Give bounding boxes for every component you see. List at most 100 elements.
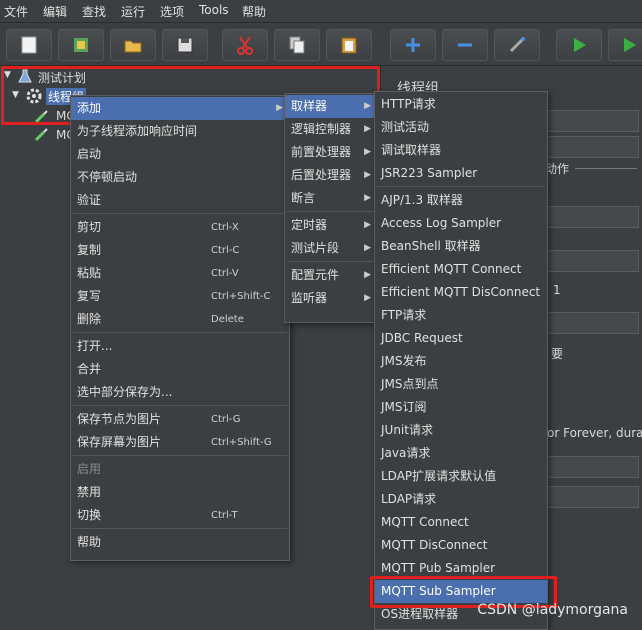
context-menu-item-label: 不停顿启动	[77, 170, 138, 184]
context-menu-item[interactable]: 启动	[71, 143, 289, 166]
new-button[interactable]	[6, 29, 52, 61]
context-menu-item[interactable]: 切换 Ctrl-T	[71, 504, 289, 527]
paste-button[interactable]	[326, 29, 372, 61]
sampler-item-label: JDBC Request	[381, 331, 463, 345]
add-submenu-item[interactable]: 后置处理器 ▶	[285, 164, 377, 187]
sampler-item-label: Java请求	[381, 446, 431, 460]
context-menu-item[interactable]: 复写 Ctrl+Shift-C	[71, 285, 289, 308]
sampler-item-label: JMS订阅	[381, 400, 427, 414]
sampler-item-label: JSR223 Sampler	[381, 166, 478, 180]
expand-button[interactable]	[390, 29, 436, 61]
text-fragment-3: or Forever, durati	[547, 426, 642, 440]
sampler-item-http[interactable]: HTTP请求	[375, 93, 547, 116]
sampler-item-java[interactable]: Java请求	[375, 442, 547, 465]
sampler-item-jms[interactable]: JMS点到点	[375, 373, 547, 396]
context-menu-item[interactable]: 粘贴 Ctrl-V	[71, 262, 289, 285]
context-menu-item[interactable]: 合并	[71, 358, 289, 381]
sampler-item-efficient-mqtt-disconnect[interactable]: Efficient MQTT DisConnect	[375, 281, 547, 304]
add-submenu-item[interactable]: 取样器 ▶	[285, 95, 377, 118]
open-button[interactable]	[110, 29, 156, 61]
toggle-button[interactable]	[494, 29, 540, 61]
context-menu-item[interactable]: 禁用	[71, 481, 289, 504]
start-button[interactable]	[556, 29, 602, 61]
sampler-item-mqtt-pub-sampler[interactable]: MQTT Pub Sampler	[375, 557, 547, 580]
context-menu-item[interactable]: 复制 Ctrl-C	[71, 239, 289, 262]
sampler-item-junit[interactable]: JUnit请求	[375, 419, 547, 442]
menu-separator	[377, 186, 545, 187]
context-menu-item[interactable]: 删除 Delete	[71, 308, 289, 331]
add-submenu-item[interactable]: 测试片段 ▶	[285, 237, 377, 260]
expand-arrow-icon[interactable]: ▼	[4, 70, 11, 80]
menu-separator	[73, 405, 287, 406]
add-submenu-item-label: 取样器	[291, 99, 328, 113]
context-menu-shortcut: Ctrl-T	[211, 510, 238, 521]
context-menu-item[interactable]: 验证	[71, 189, 289, 212]
context-menu-item[interactable]: 不停顿启动	[71, 166, 289, 189]
collapse-button[interactable]	[442, 29, 488, 61]
add-submenu-item[interactable]: 监听器 ▶	[285, 287, 377, 310]
context-menu-item[interactable]: 为子线程添加响应时间	[71, 120, 289, 143]
sampler-item-item-1[interactable]: 测试活动	[375, 116, 547, 139]
context-menu-item[interactable]: 添加 ▶	[71, 97, 289, 120]
submenu-arrow-icon: ▶	[276, 103, 283, 113]
add-submenu-item-label: 监听器	[291, 291, 328, 305]
menu-separator	[73, 455, 287, 456]
save-button[interactable]	[162, 29, 208, 61]
expand-arrow-icon[interactable]: ▼	[12, 90, 19, 100]
menu-options[interactable]: 选项	[160, 3, 184, 20]
submenu-arrow-icon: ▶	[364, 170, 371, 180]
templates-button[interactable]	[58, 29, 104, 61]
context-menu-item-label: 复制	[77, 243, 102, 257]
add-submenu-item[interactable]: 配置元件 ▶	[285, 264, 377, 287]
add-submenu-item[interactable]: 前置处理器 ▶	[285, 141, 377, 164]
context-menu-item[interactable]: 选中部分保存为...	[71, 381, 289, 404]
sampler-item-ftp[interactable]: FTP请求	[375, 304, 547, 327]
submenu-arrow-icon: ▶	[364, 220, 371, 230]
sampler-item-ldap[interactable]: LDAP扩展请求默认值	[375, 465, 547, 488]
menu-search[interactable]: 查找	[82, 3, 106, 20]
context-menu-item[interactable]: 保存节点为图片 Ctrl-G	[71, 408, 289, 431]
sampler-item-beanshell[interactable]: BeanShell 取样器	[375, 235, 547, 258]
sampler-item-ajp-1-3[interactable]: AJP/1.3 取样器	[375, 189, 547, 212]
sampler-item-label: Access Log Sampler	[381, 216, 502, 230]
sampler-item-access-log-sampler[interactable]: Access Log Sampler	[375, 212, 547, 235]
text-fragment-1: 1	[553, 283, 561, 297]
sampler-item-mqtt-connect[interactable]: MQTT Connect	[375, 511, 547, 534]
menu-separator	[287, 211, 375, 212]
sampler-item-ldap[interactable]: LDAP请求	[375, 488, 547, 511]
menu-help[interactable]: 帮助	[242, 3, 266, 20]
text-fragment-2: 要	[551, 347, 564, 361]
context-menu-shortcut: Ctrl-V	[211, 268, 239, 279]
sampler-item-jms[interactable]: JMS订阅	[375, 396, 547, 419]
sampler-item-jms[interactable]: JMS发布	[375, 350, 547, 373]
sampler-item-mqtt-disconnect[interactable]: MQTT DisConnect	[375, 534, 547, 557]
copy-button[interactable]	[274, 29, 320, 61]
sampler-item-jsr223-sampler[interactable]: JSR223 Sampler	[375, 162, 547, 185]
copy-icon	[289, 36, 305, 54]
start-no-pause-button[interactable]	[608, 29, 642, 61]
context-menu-item-label: 剪切	[77, 220, 102, 234]
add-submenu-item[interactable]: 断言 ▶	[285, 187, 377, 210]
context-menu-item[interactable]: 打开...	[71, 335, 289, 358]
sampler-pipette-icon	[34, 128, 48, 142]
context-menu-item[interactable]: 启用	[71, 458, 289, 481]
menu-file[interactable]: 文件	[4, 3, 28, 20]
add-submenu-item[interactable]: 定时器 ▶	[285, 214, 377, 237]
context-menu-item-label: 验证	[77, 193, 102, 207]
add-submenu-item[interactable]: 逻辑控制器 ▶	[285, 118, 377, 141]
context-menu-item[interactable]: 帮助	[71, 531, 289, 554]
sampler-item-item-2[interactable]: 调试取样器	[375, 139, 547, 162]
sampler-item-mqtt-sub-sampler[interactable]: MQTT Sub Sampler	[375, 580, 547, 603]
context-menu-item-label: 启用	[77, 462, 102, 476]
context-menu-item[interactable]: 保存屏幕为图片 Ctrl+Shift-G	[71, 431, 289, 454]
context-menu-item[interactable]: 剪切 Ctrl-X	[71, 216, 289, 239]
context-menu-item-label: 禁用	[77, 485, 102, 499]
cut-button[interactable]	[222, 29, 268, 61]
sampler-item-jdbc-request[interactable]: JDBC Request	[375, 327, 547, 350]
menu-edit[interactable]: 编辑	[43, 3, 67, 20]
context-menu-item-label: 合并	[77, 362, 102, 376]
menu-run[interactable]: 运行	[121, 3, 145, 20]
sampler-item-efficient-mqtt-connect[interactable]: Efficient MQTT Connect	[375, 258, 547, 281]
menu-tools[interactable]: Tools	[199, 3, 229, 17]
tree-root[interactable]: 测试计划	[38, 69, 86, 86]
